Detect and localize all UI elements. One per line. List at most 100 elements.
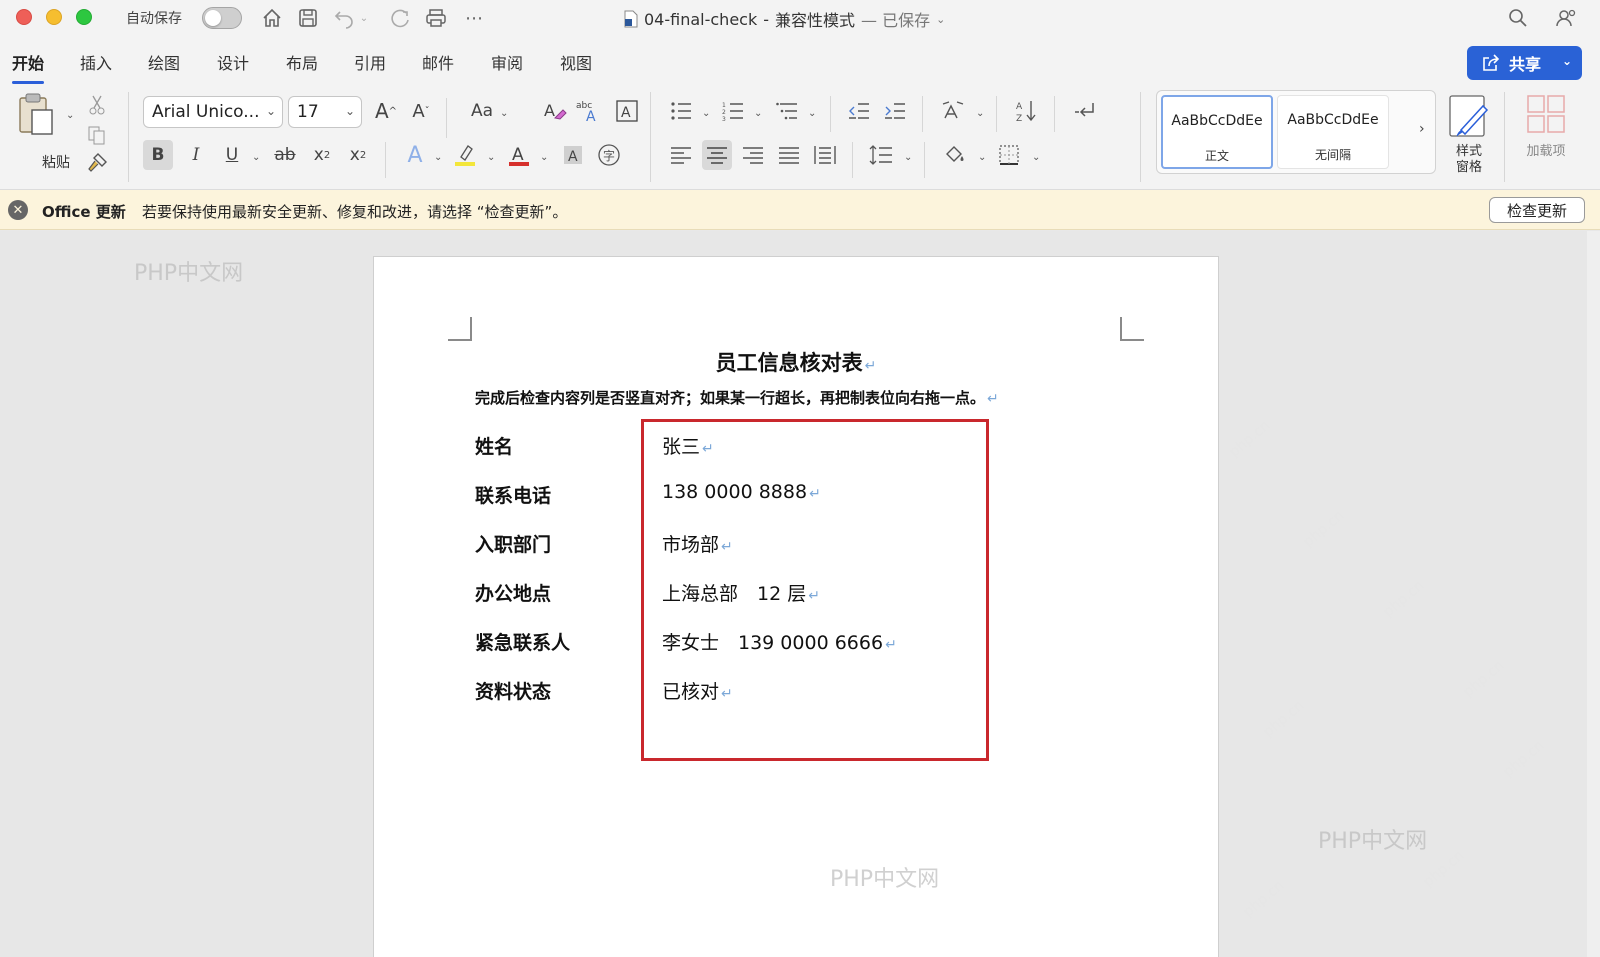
superscript-button[interactable]: x2 [343,140,373,170]
paste-dropdown-icon[interactable]: ⌄ [66,110,74,121]
multilevel-chevron-icon[interactable]: ⌄ [808,108,816,119]
save-icon[interactable] [294,4,322,32]
grow-font-icon[interactable]: A ^ [371,96,401,126]
row-value[interactable]: 已核对 ↵ [662,677,733,704]
spelling-icon[interactable]: abc A [575,96,605,126]
share-button[interactable]: 共享 ⌄ [1467,46,1582,80]
change-case-chevron-icon[interactable]: ⌄ [500,108,508,119]
instruction-paragraph[interactable]: 完成后检查内容列是否竖直对齐；如果某一行超长，再把制表位向右拖一点。 ↵ [475,387,999,408]
align-left-icon[interactable] [666,140,696,170]
cut-icon[interactable] [82,90,112,120]
font-color-chevron-icon[interactable]: ⌄ [540,152,548,163]
close-window-button[interactable] [16,9,32,25]
align-right-icon[interactable] [738,140,768,170]
shrink-font-icon[interactable]: Aˇ [406,96,436,126]
tab-view[interactable]: 视图 [560,50,592,74]
tab-draw[interactable]: 绘图 [148,50,180,74]
undo-icon[interactable] [330,4,358,32]
character-border-icon[interactable]: A [612,96,642,126]
paste-button[interactable]: 粘贴 [14,92,74,172]
text-direction-chevron-icon[interactable]: ⌄ [976,108,984,119]
shading-icon[interactable] [940,140,970,170]
margin-corner-marker [448,317,472,341]
highlight-color-icon[interactable] [450,140,480,170]
bullets-icon[interactable] [666,96,696,126]
notification-title: Office 更新 [42,203,126,221]
print-icon[interactable] [422,4,450,32]
bullets-chevron-icon[interactable]: ⌄ [702,108,710,119]
tab-review[interactable]: 审阅 [491,50,523,74]
undo-dropdown-icon[interactable]: ⌄ [356,4,372,32]
sort-icon[interactable]: AZ [1012,96,1042,126]
character-shading-icon[interactable]: A [558,140,588,170]
highlight-chevron-icon[interactable]: ⌄ [487,152,495,163]
redo-icon[interactable] [386,4,414,32]
enclose-characters-icon[interactable]: 字 [594,140,624,170]
document-heading[interactable]: 员工信息核对表 ↵ [374,347,1218,377]
underline-button[interactable]: U [217,140,247,170]
increase-indent-icon[interactable] [880,96,910,126]
account-icon[interactable] [1552,4,1580,32]
strikethrough-button[interactable]: ab [270,140,300,170]
gallery-next-icon[interactable]: › [1419,121,1425,137]
row-value[interactable]: 138 0000 8888 ↵ [662,481,821,503]
font-name-select[interactable]: Arial Unico... ⌄ [143,96,283,128]
zoom-window-button[interactable] [76,9,92,25]
align-center-icon[interactable] [702,140,732,170]
row-value[interactable]: 市场部 ↵ [662,530,733,557]
change-case-button[interactable]: Aa [462,96,502,126]
font-size-select[interactable]: 17 ⌄ [288,96,362,128]
distributed-icon[interactable] [810,140,840,170]
borders-icon[interactable] [994,140,1024,170]
document-title[interactable]: 04-final-check - 兼容性模式 — 已保存 ⌄ [624,7,945,31]
italic-button[interactable]: I [181,140,211,170]
text-direction-icon[interactable] [938,96,968,126]
decrease-indent-icon[interactable] [844,96,874,126]
text-effects-chevron-icon[interactable]: ⌄ [434,152,442,163]
row-value[interactable]: 李女士 139 0000 6666 ↵ [662,628,897,655]
watermark-diagonal: php.cn [1380,577,1428,621]
svg-text:1: 1 [722,102,726,109]
style-normal[interactable]: AaBbCcDdEe 正文 [1161,95,1273,169]
text-effects-icon[interactable]: A [400,140,430,170]
share-chevron-down-icon[interactable]: ⌄ [1562,54,1572,68]
vertical-scrollbar[interactable] [1587,231,1600,957]
multilevel-list-icon[interactable] [772,96,802,126]
format-painter-icon[interactable] [82,148,112,178]
title-chevron-down-icon[interactable]: ⌄ [936,13,945,26]
numbering-chevron-icon[interactable]: ⌄ [754,108,762,119]
row-value[interactable]: 上海总部 12 层 ↵ [662,579,820,606]
tab-design[interactable]: 设计 [217,50,249,74]
autosave-toggle[interactable] [202,7,242,29]
bold-button[interactable]: B [143,140,173,170]
tab-layout[interactable]: 布局 [286,50,318,74]
check-updates-button[interactable]: 检查更新 [1489,197,1585,223]
tab-insert[interactable]: 插入 [80,50,112,74]
dismiss-notification-icon[interactable]: ✕ [8,200,28,220]
tab-home[interactable]: 开始 [12,50,45,84]
tab-references[interactable]: 引用 [354,50,386,74]
more-commands-icon[interactable]: ⋯ [460,4,488,32]
copy-icon[interactable] [82,120,112,150]
styles-gallery: AaBbCcDdEe 正文 AaBbCcDdEe 无间隔 › [1156,90,1436,174]
justify-icon[interactable] [774,140,804,170]
borders-chevron-icon[interactable]: ⌄ [1032,152,1040,163]
numbering-icon[interactable]: 123 [718,96,748,126]
document-page[interactable]: 员工信息核对表 ↵ 完成后检查内容列是否竖直对齐；如果某一行超长，再把制表位向右拖… [373,256,1219,957]
home-icon[interactable] [258,4,286,32]
line-spacing-icon[interactable] [866,140,896,170]
show-formatting-marks-icon[interactable] [1070,96,1100,126]
subscript-button[interactable]: x2 [307,140,337,170]
line-spacing-chevron-icon[interactable]: ⌄ [904,152,912,163]
styles-pane-button[interactable]: 样式 窗格 [1444,94,1494,178]
addins-button[interactable]: 加载项 [1516,94,1576,178]
shading-chevron-icon[interactable]: ⌄ [978,152,986,163]
tab-mailings[interactable]: 邮件 [422,50,454,74]
row-value[interactable]: 张三 ↵ [662,432,714,459]
search-icon[interactable] [1504,4,1532,32]
minimize-window-button[interactable] [46,9,62,25]
style-no-spacing[interactable]: AaBbCcDdEe 无间隔 [1277,95,1389,169]
underline-chevron-icon[interactable]: ⌄ [252,152,260,163]
clear-formatting-icon[interactable]: A [540,96,570,126]
font-color-icon[interactable]: A [504,140,534,170]
